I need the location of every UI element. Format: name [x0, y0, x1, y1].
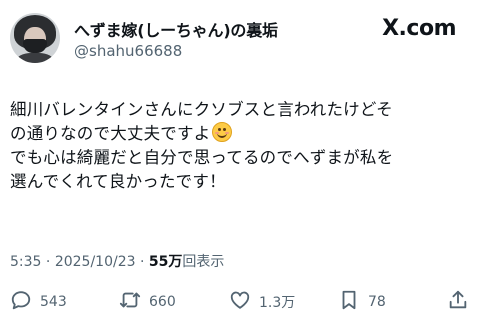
- tweet-meta: 5:35 · 2025/10/23 · 55万回表示: [10, 251, 224, 271]
- heart-icon: [229, 289, 259, 315]
- tweet-date[interactable]: 2025/10/23: [55, 254, 136, 270]
- tweet-line: 細川バレンタインさんにクソブスと言われたけどそ: [10, 100, 393, 119]
- tweet-text: 細川バレンタインさんにクソブスと言われたけどそ の通りなので大丈夫ですよ でも心…: [10, 98, 472, 194]
- bookmark-count: 78: [368, 294, 386, 310]
- tweet-line-with-emoji: の通りなので大丈夫ですよ: [10, 122, 472, 146]
- share-button[interactable]: [447, 288, 477, 316]
- reply-icon: [10, 289, 40, 315]
- tweet-time[interactable]: 5:35: [10, 254, 41, 270]
- view-label: 回表示: [182, 254, 225, 270]
- view-count: 55万: [148, 254, 183, 270]
- meta-separator: ·: [45, 254, 51, 270]
- tweet-line: の通りなので大丈夫ですよ: [10, 124, 211, 143]
- repost-button[interactable]: 660: [119, 288, 176, 316]
- share-icon: [447, 289, 477, 315]
- repost-count: 660: [149, 294, 176, 310]
- like-count: 1.3万: [259, 295, 296, 311]
- x-logo: X.com: [382, 16, 456, 41]
- tweet-line: でも心は綺麗だと自分で思ってるのでへずまが私を: [10, 148, 394, 167]
- display-name[interactable]: へずま嫁(しーちゃん)の裏垢: [74, 17, 278, 41]
- like-button[interactable]: 1.3万: [229, 288, 295, 316]
- avatar[interactable]: [10, 13, 60, 63]
- bookmark-icon: [338, 289, 368, 315]
- reply-button[interactable]: 543: [10, 288, 67, 316]
- meta-separator: ·: [139, 254, 145, 270]
- avatar-body: [16, 53, 54, 63]
- avatar-mask: [23, 39, 47, 53]
- user-handle[interactable]: @shahu66688: [74, 42, 182, 60]
- action-bar: 543 660 1.3万 78: [0, 288, 480, 316]
- reply-count: 543: [40, 294, 67, 310]
- bookmark-button[interactable]: 78: [338, 288, 386, 316]
- smiling-face-icon: [212, 122, 233, 142]
- repost-icon: [119, 289, 149, 315]
- tweet-line: 選んでくれて良かったです！: [10, 172, 226, 191]
